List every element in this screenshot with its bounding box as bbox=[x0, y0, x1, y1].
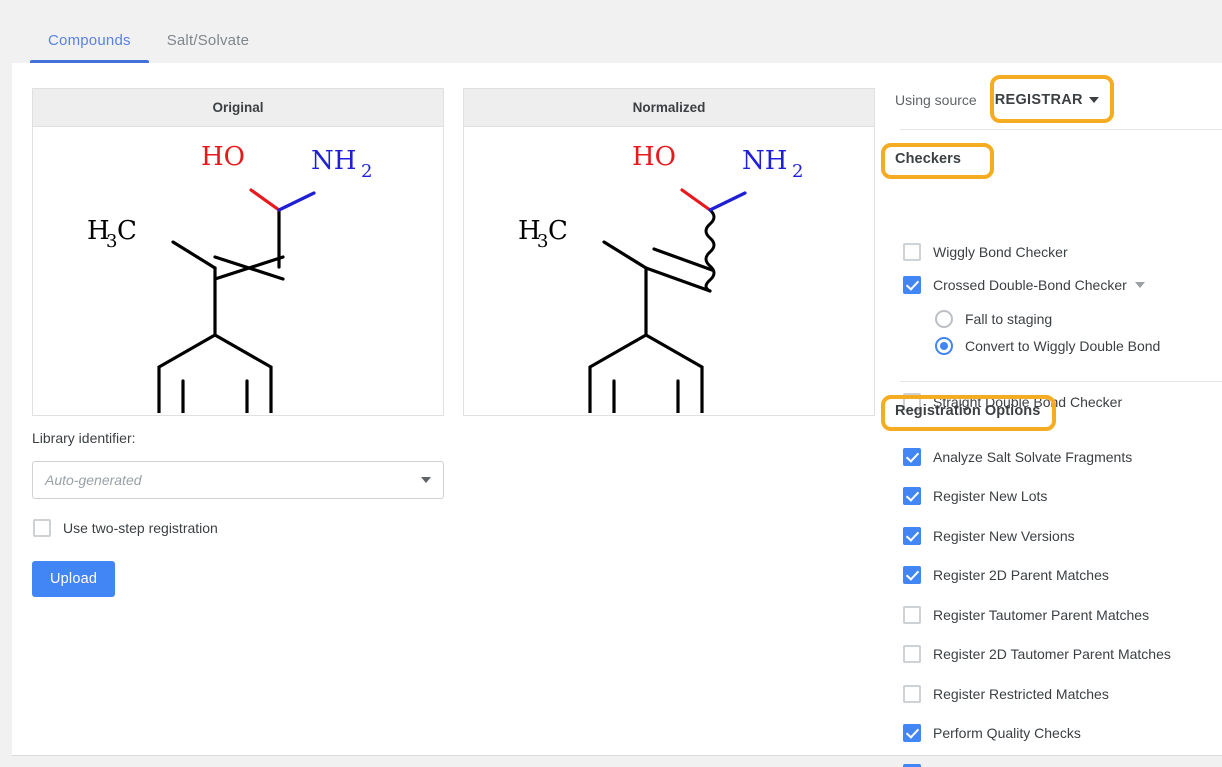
svg-text:2: 2 bbox=[792, 161, 803, 182]
source-dropdown[interactable]: REGISTRAR bbox=[983, 85, 1111, 115]
option-register-2d-parent-matches[interactable]: Register 2D Parent Matches bbox=[903, 556, 1222, 596]
checkbox-icon bbox=[903, 606, 921, 624]
option-label: Register 2D Tautomer Parent Matches bbox=[933, 645, 1171, 663]
radio-icon bbox=[935, 310, 953, 328]
library-identifier-select[interactable]: Auto-generated bbox=[32, 461, 444, 499]
source-row: Using source REGISTRAR bbox=[895, 85, 1111, 115]
two-step-registration-checkbox[interactable]: Use two-step registration bbox=[33, 519, 218, 537]
original-card-title: Original bbox=[33, 89, 443, 127]
library-identifier-value: Auto-generated bbox=[45, 472, 421, 488]
normalized-structure-canvas: HO NH 2 H 3 C bbox=[464, 127, 874, 415]
source-label: Using source bbox=[895, 92, 977, 108]
svg-text:HO: HO bbox=[201, 142, 245, 172]
radio-fall-to-staging-label: Fall to staging bbox=[965, 310, 1052, 328]
checker-wiggly-bond[interactable]: Wiggly Bond Checker bbox=[903, 243, 1221, 261]
radio-fall-to-staging[interactable]: Fall to staging bbox=[935, 310, 1221, 328]
option-label: Register Restricted Matches bbox=[933, 685, 1109, 703]
svg-text:2: 2 bbox=[361, 161, 372, 182]
normalized-card-title: Normalized bbox=[464, 89, 874, 127]
oxygen-label: HO bbox=[632, 142, 676, 172]
option-label: Register New Versions bbox=[933, 527, 1075, 545]
checkbox-icon bbox=[903, 566, 921, 584]
tab-salt-solvate-label: Salt/Solvate bbox=[167, 32, 249, 49]
option-label: Register 2D Parent Matches bbox=[933, 566, 1109, 584]
methyl-label: H 3 C bbox=[518, 216, 568, 252]
checker-wiggly-bond-label: Wiggly Bond Checker bbox=[933, 243, 1068, 261]
checker-crossed-double-bond-label: Crossed Double-Bond Checker bbox=[933, 276, 1127, 294]
chevron-down-icon[interactable] bbox=[1135, 282, 1145, 288]
normalized-molecule-svg: HO NH 2 H 3 C bbox=[464, 127, 874, 413]
options-panel: Using source REGISTRAR Checkers Wiggly B… bbox=[895, 63, 1222, 767]
option-register-with-unknown-cst[interactable]: Register With Unknown CST bbox=[903, 753, 1222, 767]
checkbox-icon bbox=[33, 519, 51, 537]
option-register-restricted-matches[interactable]: Register Restricted Matches bbox=[903, 674, 1222, 714]
upload-button-label: Upload bbox=[50, 571, 97, 587]
panel-divider-2 bbox=[900, 381, 1222, 382]
registration-page: Compounds Salt/Solvate Original bbox=[0, 0, 1222, 767]
svg-text:NH: NH bbox=[742, 146, 787, 176]
source-dropdown-value: REGISTRAR bbox=[995, 92, 1083, 108]
option-label: Perform Quality Checks bbox=[933, 724, 1081, 742]
normalized-structure-card: Normalized bbox=[463, 88, 875, 416]
svg-text:3: 3 bbox=[106, 231, 117, 252]
checkbox-icon bbox=[903, 724, 921, 742]
oxygen-label: HO bbox=[201, 142, 245, 172]
option-register-new-versions[interactable]: Register New Versions bbox=[903, 516, 1222, 556]
svg-text:NH: NH bbox=[311, 146, 356, 176]
svg-text:C: C bbox=[548, 216, 568, 246]
option-register-2d-tautomer-parent-matches[interactable]: Register 2D Tautomer Parent Matches bbox=[903, 635, 1222, 675]
option-label: Analyze Salt Solvate Fragments bbox=[933, 448, 1132, 466]
radio-convert-to-wiggly-label: Convert to Wiggly Double Bond bbox=[965, 337, 1160, 355]
original-molecule-svg: HO NH 2 H 3 C bbox=[33, 127, 443, 413]
radio-icon bbox=[935, 337, 953, 355]
svg-text:3: 3 bbox=[537, 231, 548, 252]
tab-compounds[interactable]: Compounds bbox=[30, 32, 149, 63]
option-analyze-salt-solvate-fragments[interactable]: Analyze Salt Solvate Fragments bbox=[903, 437, 1222, 477]
original-structure-card: Original bbox=[32, 88, 444, 416]
registration-options-title: Registration Options bbox=[895, 403, 1040, 419]
chevron-down-icon bbox=[1089, 97, 1099, 103]
checkbox-icon bbox=[903, 645, 921, 663]
svg-text:C: C bbox=[117, 216, 137, 246]
tab-salt-solvate[interactable]: Salt/Solvate bbox=[149, 32, 267, 63]
checkbox-icon bbox=[903, 276, 921, 294]
option-register-new-lots[interactable]: Register New Lots bbox=[903, 477, 1222, 517]
two-step-registration-label: Use two-step registration bbox=[63, 519, 218, 537]
svg-text:HO: HO bbox=[632, 142, 676, 172]
option-perform-quality-checks[interactable]: Perform Quality Checks bbox=[903, 714, 1222, 754]
upload-button[interactable]: Upload bbox=[32, 561, 115, 597]
panel-divider-1 bbox=[900, 129, 1222, 130]
original-structure-canvas: HO NH 2 H 3 C bbox=[33, 127, 443, 415]
checkers-section-title: Checkers bbox=[895, 151, 961, 167]
option-label: Register Tautomer Parent Matches bbox=[933, 606, 1149, 624]
checkbox-icon bbox=[903, 448, 921, 466]
radio-convert-to-wiggly[interactable]: Convert to Wiggly Double Bond bbox=[935, 337, 1221, 355]
checkbox-icon bbox=[903, 243, 921, 261]
nitrogen-label: NH 2 bbox=[311, 146, 372, 182]
tab-compounds-label: Compounds bbox=[48, 32, 131, 49]
checkbox-icon bbox=[903, 685, 921, 703]
methyl-label: H 3 C bbox=[87, 216, 137, 252]
checkbox-icon bbox=[903, 527, 921, 545]
checker-crossed-double-bond[interactable]: Crossed Double-Bond Checker bbox=[903, 276, 1221, 294]
crossed-double-bond-options: Fall to staging Convert to Wiggly Double… bbox=[935, 310, 1221, 364]
option-label: Register New Lots bbox=[933, 487, 1047, 505]
tab-bar: Compounds Salt/Solvate bbox=[0, 0, 1222, 63]
nitrogen-label: NH 2 bbox=[742, 146, 803, 182]
chevron-down-icon bbox=[421, 477, 431, 483]
checkbox-icon bbox=[903, 487, 921, 505]
registration-options-list: Analyze Salt Solvate Fragments Register … bbox=[903, 437, 1222, 767]
library-identifier-label: Library identifier: bbox=[32, 430, 136, 446]
option-register-tautomer-parent-matches[interactable]: Register Tautomer Parent Matches bbox=[903, 595, 1222, 635]
